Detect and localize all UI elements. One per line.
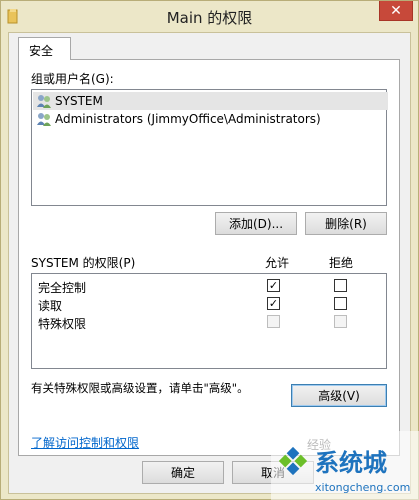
permission-row: 读取 ✓ bbox=[32, 295, 389, 313]
window-title: Main 的权限 bbox=[166, 9, 253, 27]
permission-name: 读取 bbox=[38, 299, 63, 313]
learn-more-link[interactable]: 了解访问控制和权限 bbox=[31, 434, 139, 451]
ok-button[interactable]: 确定 bbox=[142, 461, 224, 484]
advanced-hint: 有关特殊权限或高级设置，请单击"高级"。 bbox=[31, 381, 249, 395]
cancel-button[interactable]: 取消 bbox=[232, 461, 314, 484]
allow-checkbox[interactable]: ✓ bbox=[267, 279, 280, 292]
tab-security[interactable]: 安全 bbox=[18, 37, 71, 60]
list-item-label: SYSTEM bbox=[55, 94, 103, 108]
dialog-body: 安全 组或用户名(G): SYSTEM Administrators (Jimm… bbox=[8, 32, 411, 494]
deny-checkbox[interactable] bbox=[334, 279, 347, 292]
permission-row: 特殊权限 bbox=[32, 313, 389, 331]
deny-checkbox[interactable] bbox=[334, 315, 347, 328]
close-button[interactable]: ✕ bbox=[379, 1, 413, 21]
groups-label: 组或用户名(G): bbox=[31, 72, 114, 86]
allow-checkbox[interactable] bbox=[267, 315, 280, 328]
advanced-button[interactable]: 高级(V) bbox=[291, 384, 387, 407]
permission-name: 完全控制 bbox=[38, 281, 87, 295]
deny-column-header: 拒绝 bbox=[329, 256, 354, 270]
permission-name: 特殊权限 bbox=[38, 317, 87, 331]
user-group-icon bbox=[37, 95, 51, 108]
list-item[interactable]: Administrators (JimmyOffice\Administrato… bbox=[33, 110, 388, 128]
allow-column-header: 允许 bbox=[265, 256, 290, 270]
allow-checkbox[interactable]: ✓ bbox=[267, 297, 280, 310]
users-listbox[interactable]: SYSTEM Administrators (JimmyOffice\Admin… bbox=[31, 89, 388, 206]
title-bar[interactable]: Main 的权限 ✕ bbox=[1, 1, 418, 32]
security-tab-panel: 组或用户名(G): SYSTEM Administrators (JimmyOf… bbox=[18, 59, 400, 456]
remove-button[interactable]: 删除(R) bbox=[305, 212, 387, 235]
user-group-icon bbox=[37, 113, 51, 126]
deny-checkbox[interactable] bbox=[334, 297, 347, 310]
list-item[interactable]: SYSTEM bbox=[33, 92, 388, 110]
permissions-header: SYSTEM 的权限(P) bbox=[31, 256, 136, 270]
add-button[interactable]: 添加(D)... bbox=[215, 212, 297, 235]
list-item-label: Administrators (JimmyOffice\Administrato… bbox=[55, 112, 321, 126]
permission-row: 完全控制 ✓ bbox=[32, 277, 389, 295]
permissions-dialog: Main 的权限 ✕ 安全 组或用户名(G): SYSTEM Administr… bbox=[0, 0, 419, 500]
permissions-list: 完全控制 ✓ 读取 ✓ 特殊权限 bbox=[31, 273, 387, 369]
